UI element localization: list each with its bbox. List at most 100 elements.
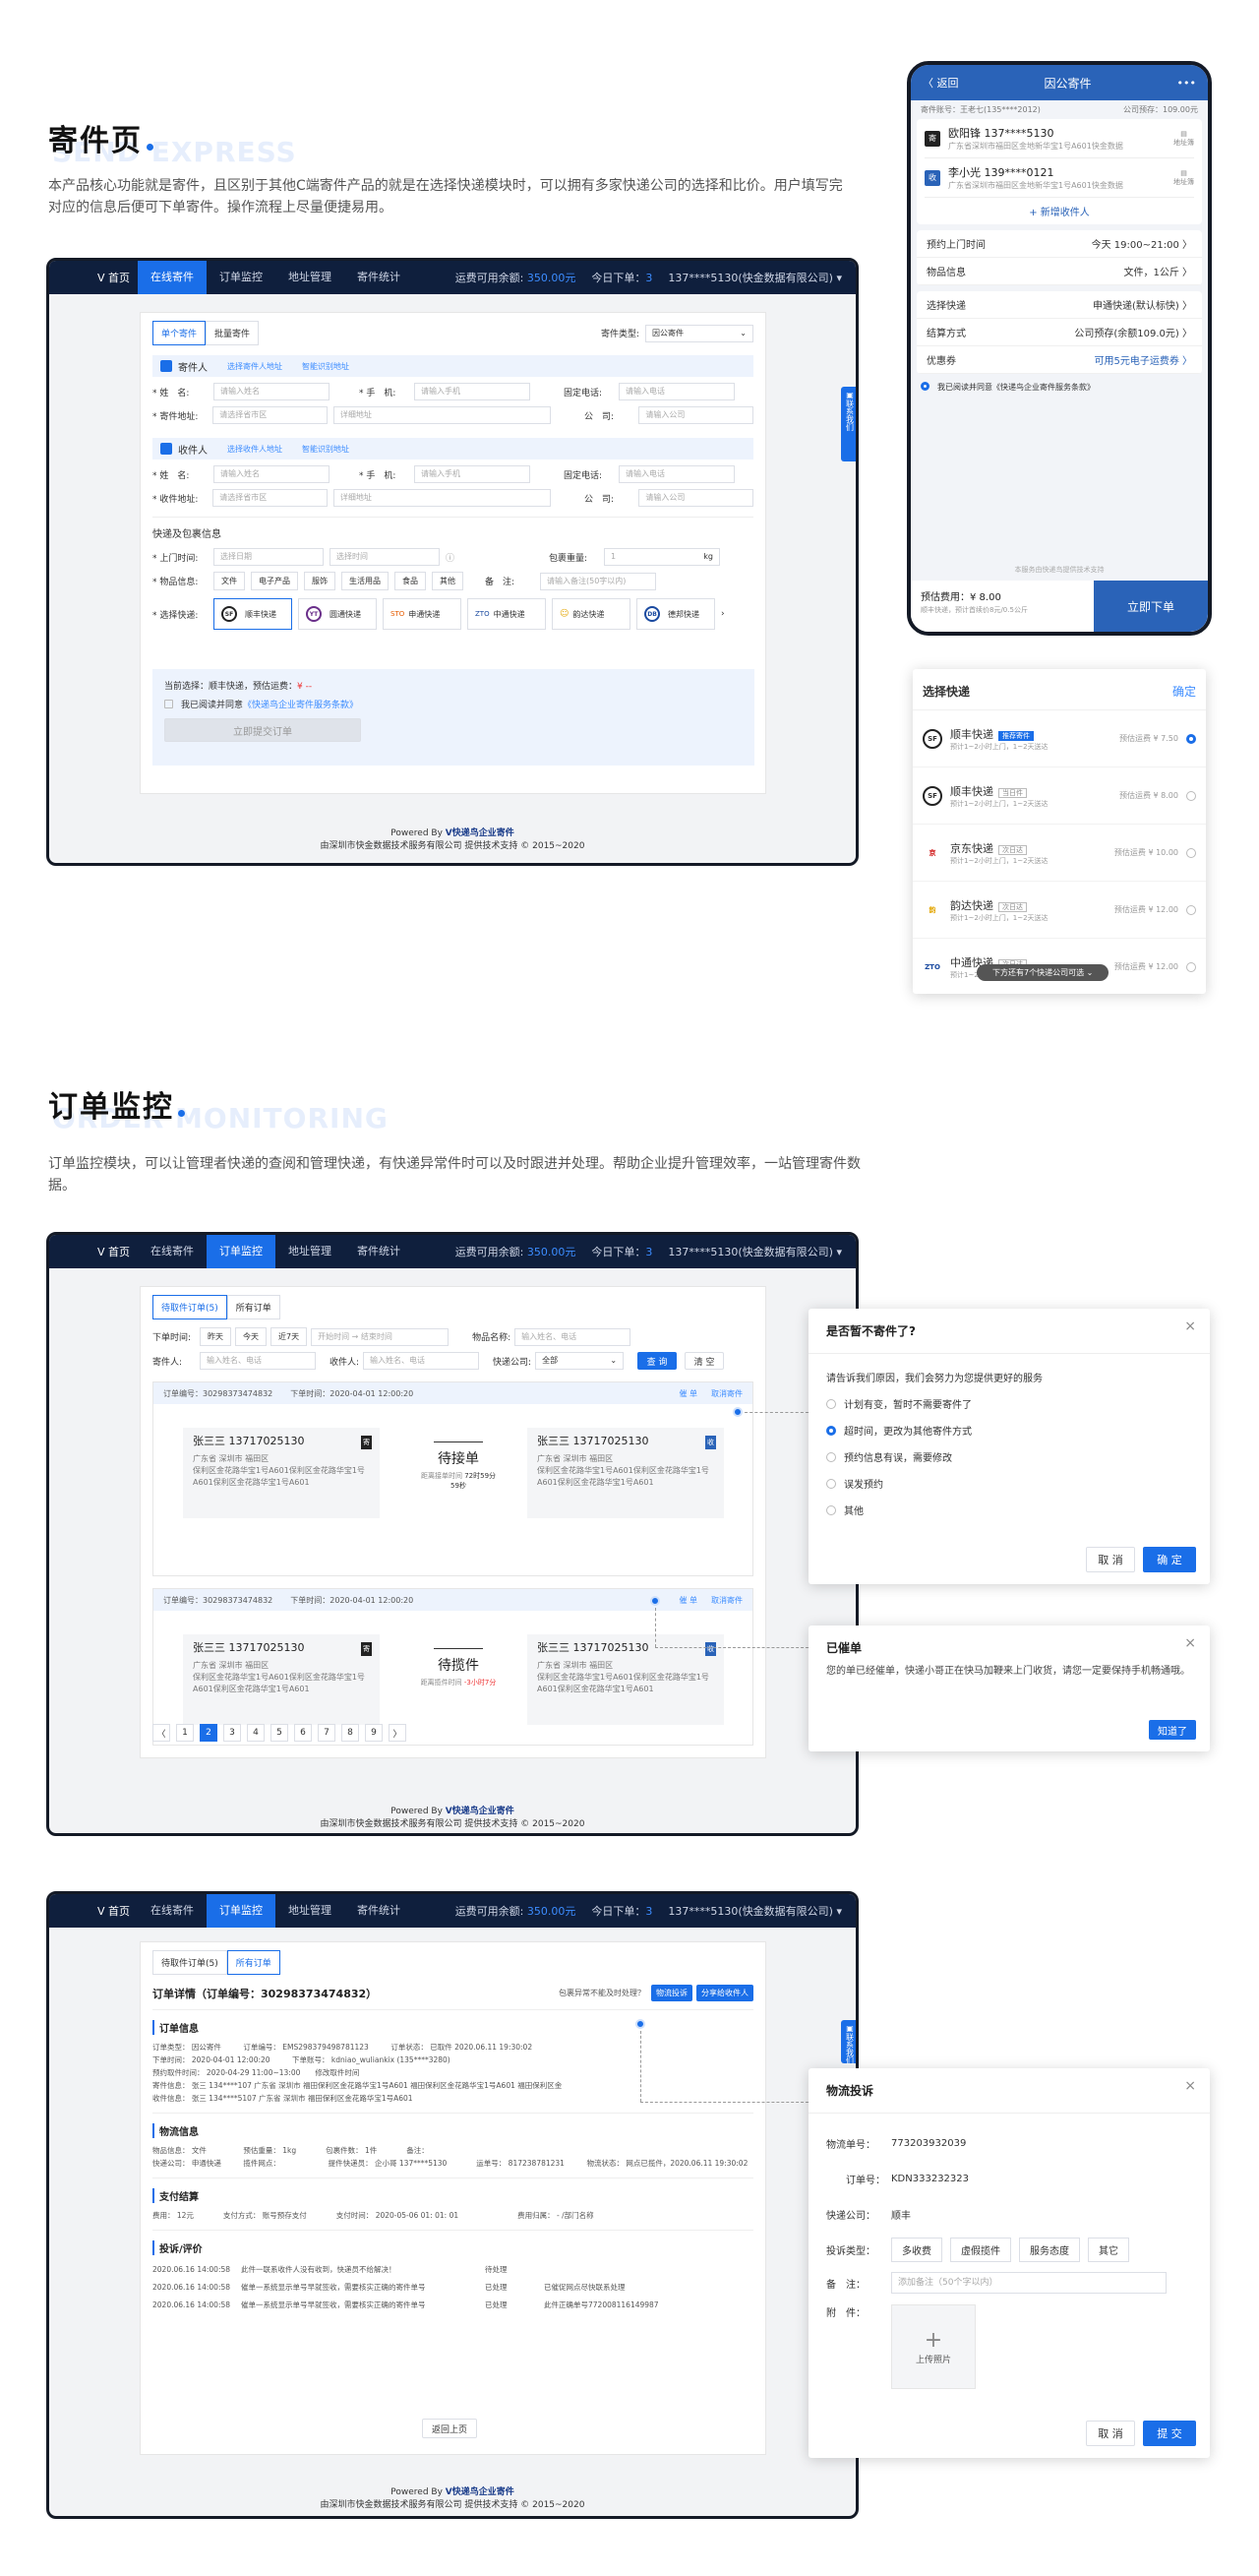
user-menu[interactable]: 137****5130(快金数据有限公司) ▾ xyxy=(668,1244,842,1259)
nav-home[interactable]: V 首页 xyxy=(49,1903,138,1919)
company-select[interactable]: 全部 ⌄ xyxy=(535,1352,625,1370)
sender-tel-input[interactable]: 请输入电话 xyxy=(619,383,735,400)
goods-chip[interactable]: 服饰 xyxy=(304,572,335,590)
sender-phone-input[interactable]: 请输入手机 xyxy=(414,383,530,400)
goods-chip[interactable]: 其他 xyxy=(432,572,463,590)
receiver-company-input[interactable]: 请输入公司 xyxy=(638,489,753,507)
express-option-db[interactable]: DB 德邦快递 xyxy=(636,598,715,630)
complaint-type-chip[interactable]: 多收费 xyxy=(891,2237,942,2262)
select-sender-link[interactable]: 选择寄件人地址 xyxy=(227,361,282,372)
user-menu[interactable]: 137****5130(快金数据有限公司) ▾ xyxy=(668,270,842,285)
add-receiver-button[interactable]: + 新增收件人 xyxy=(925,197,1194,218)
urge-button[interactable]: 催 单 xyxy=(679,1595,697,1606)
nav-online-send[interactable]: 在线寄件 xyxy=(138,1235,207,1268)
smart-sender-link[interactable]: 智能识别地址 xyxy=(302,361,349,372)
page-item[interactable]: 7 xyxy=(318,1724,335,1742)
clear-button[interactable]: 清 空 xyxy=(685,1352,725,1370)
phone-row-goods[interactable]: 物品信息 文件，1公斤 〉 xyxy=(917,258,1202,285)
phone-agree[interactable]: 我已阅读并同意《快递鸟企业寄件服务条款》 xyxy=(911,374,1208,400)
goods-name-input[interactable]: 输入姓名、电话 xyxy=(514,1327,631,1346)
terms-link[interactable]: 《快递鸟企业寄件服务条款》 xyxy=(243,701,358,710)
remark-input[interactable]: 请输入备注(50字以内) xyxy=(540,572,656,590)
page-item[interactable]: 4 xyxy=(247,1724,265,1742)
nav-order-monitor[interactable]: 订单监控 xyxy=(207,1235,275,1268)
receiver-addr-input[interactable]: 详细地址 xyxy=(332,489,552,507)
pickup-date-select[interactable]: 选择日期 xyxy=(213,548,324,566)
time-today[interactable]: 今天 xyxy=(235,1327,267,1346)
phone-row-pickup[interactable]: 预约上门时间 今天 19:00~21:00 〉 xyxy=(917,230,1202,258)
phone-order-button[interactable]: 立即下单 xyxy=(1094,581,1208,632)
complain-button[interactable]: 物流投诉 xyxy=(651,1985,692,2001)
date-range-input[interactable]: 开始时间 → 结束时间 xyxy=(311,1327,450,1346)
express-item[interactable]: 京京东快递 次日达 预计1~2小时上门，1~2天送达 预估运费 ¥ 10.00 xyxy=(913,825,1206,882)
cancel-send-button[interactable]: 取消寄件 xyxy=(711,1595,743,1606)
receiver-filter-input[interactable]: 输入姓名、电话 xyxy=(363,1352,480,1370)
nav-address[interactable]: 地址管理 xyxy=(275,1894,344,1928)
sender-company-input[interactable]: 请输入公司 xyxy=(638,406,753,424)
receiver-tel-input[interactable]: 请输入电话 xyxy=(619,465,735,483)
time-7days[interactable]: 近7天 xyxy=(270,1327,308,1346)
nav-online-send[interactable]: 在线寄件 xyxy=(138,1894,207,1928)
modal-ok-button[interactable]: 确 定 xyxy=(1143,1547,1196,1572)
page-item[interactable]: 8 xyxy=(341,1724,359,1742)
express-item[interactable]: SF 顺丰快递 推荐寄件 预计1~2小时上门，1~2天送达 预估运费 ¥ 7.50 xyxy=(913,710,1206,767)
express-option-yd[interactable]: ☺ 韵达快递 xyxy=(552,598,630,630)
receiver-name-input[interactable]: 请输入姓名 xyxy=(213,465,330,483)
reason-option[interactable]: 误发预约 xyxy=(826,1472,1192,1499)
reason-option[interactable]: 计划有变，暂时不需要寄件了 xyxy=(826,1392,1192,1419)
express-option-sto[interactable]: STO 申通快递 xyxy=(383,598,461,630)
phone-row-coupon[interactable]: 优惠券 可用5元电子运费券 〉 xyxy=(917,346,1202,374)
express-option-sf[interactable]: SF 顺丰快递 xyxy=(213,598,292,630)
nav-stats[interactable]: 寄件统计 xyxy=(344,1235,413,1268)
page-item[interactable]: 2 xyxy=(200,1724,217,1742)
reason-option[interactable]: 预约信息有误，需要修改 xyxy=(826,1445,1192,1472)
contact-us-tab[interactable]: ▣ 联系我们 xyxy=(841,387,856,461)
cancel-send-button[interactable]: 取消寄件 xyxy=(711,1388,743,1399)
nav-home[interactable]: V 首页 xyxy=(49,270,138,285)
page-item[interactable]: 3 xyxy=(223,1724,241,1742)
goods-chip[interactable]: 电子产品 xyxy=(251,572,298,590)
express-option-yto[interactable]: YT 圆通快递 xyxy=(298,598,377,630)
receiver-phone-input[interactable]: 请输入手机 xyxy=(414,465,530,483)
nav-home[interactable]: V 首页 xyxy=(49,1244,138,1259)
page-item[interactable]: 5 xyxy=(270,1724,288,1742)
sender-name-input[interactable]: 请输入姓名 xyxy=(213,383,330,400)
sender-addr-input[interactable]: 详细地址 xyxy=(332,406,552,424)
page-next[interactable]: 〉 xyxy=(389,1724,406,1742)
nav-address[interactable]: 地址管理 xyxy=(275,1235,344,1268)
chevron-right-icon[interactable]: › xyxy=(721,609,725,619)
tab-batch[interactable]: 批量寄件 xyxy=(206,321,260,345)
nav-address[interactable]: 地址管理 xyxy=(275,261,344,294)
submit-order-button[interactable]: 立即提交订单 xyxy=(164,718,361,742)
sender-filter-input[interactable]: 输入姓名、电话 xyxy=(200,1352,316,1370)
search-button[interactable]: 查 询 xyxy=(637,1352,678,1370)
tab-all[interactable]: 所有订单 xyxy=(226,1950,280,1975)
more-icon[interactable]: ••• xyxy=(1177,77,1196,90)
agree-checkbox[interactable] xyxy=(164,700,173,708)
smart-receiver-link[interactable]: 智能识别地址 xyxy=(302,444,349,455)
select-confirm-button[interactable]: 确定 xyxy=(1172,683,1196,700)
nav-stats[interactable]: 寄件统计 xyxy=(344,261,413,294)
express-item[interactable]: 韵韵达快递 次日达 预计1~2小时上门，1~2天送达 预估运费 ¥ 12.00 xyxy=(913,882,1206,939)
reason-option[interactable]: 其他 xyxy=(826,1499,1192,1525)
complaint-submit-button[interactable]: 提 交 xyxy=(1143,2421,1196,2446)
goods-chip[interactable]: 食品 xyxy=(394,572,426,590)
tab-pending[interactable]: 待取件订单(5) xyxy=(152,1295,227,1319)
tab-all[interactable]: 所有订单 xyxy=(226,1295,280,1319)
address-book-icon[interactable]: ▤ 地址簿 xyxy=(1173,169,1194,187)
close-icon[interactable]: × xyxy=(1184,1635,1196,1651)
weight-input[interactable]: 1 kg xyxy=(604,548,721,566)
time-yesterday[interactable]: 昨天 xyxy=(200,1327,231,1346)
complaint-type-chip[interactable]: 虚假揽件 xyxy=(950,2237,1011,2262)
urge-button[interactable]: 催 单 xyxy=(679,1388,697,1399)
page-item[interactable]: 6 xyxy=(294,1724,312,1742)
express-item[interactable]: SF 顺丰快递 当日件 预计1~2小时上门，1~2天送达 预估运费 ¥ 8.00 xyxy=(913,767,1206,825)
contact-us-tab[interactable]: ▣ 联系我们 xyxy=(841,2020,856,2064)
close-icon[interactable]: × xyxy=(1184,2078,1196,2094)
sender-region-select[interactable]: 请选择省市区 xyxy=(212,406,328,424)
express-option-zto[interactable]: ZTO 中通快递 xyxy=(467,598,546,630)
user-menu[interactable]: 137****5130(快金数据有限公司) ▾ xyxy=(668,1903,842,1919)
phone-row-payment[interactable]: 结算方式 公司预存(余额109.0元) 〉 xyxy=(917,319,1202,346)
back-button[interactable]: 〈 返回 xyxy=(923,75,959,91)
tab-pending[interactable]: 待取件订单(5) xyxy=(152,1950,227,1975)
